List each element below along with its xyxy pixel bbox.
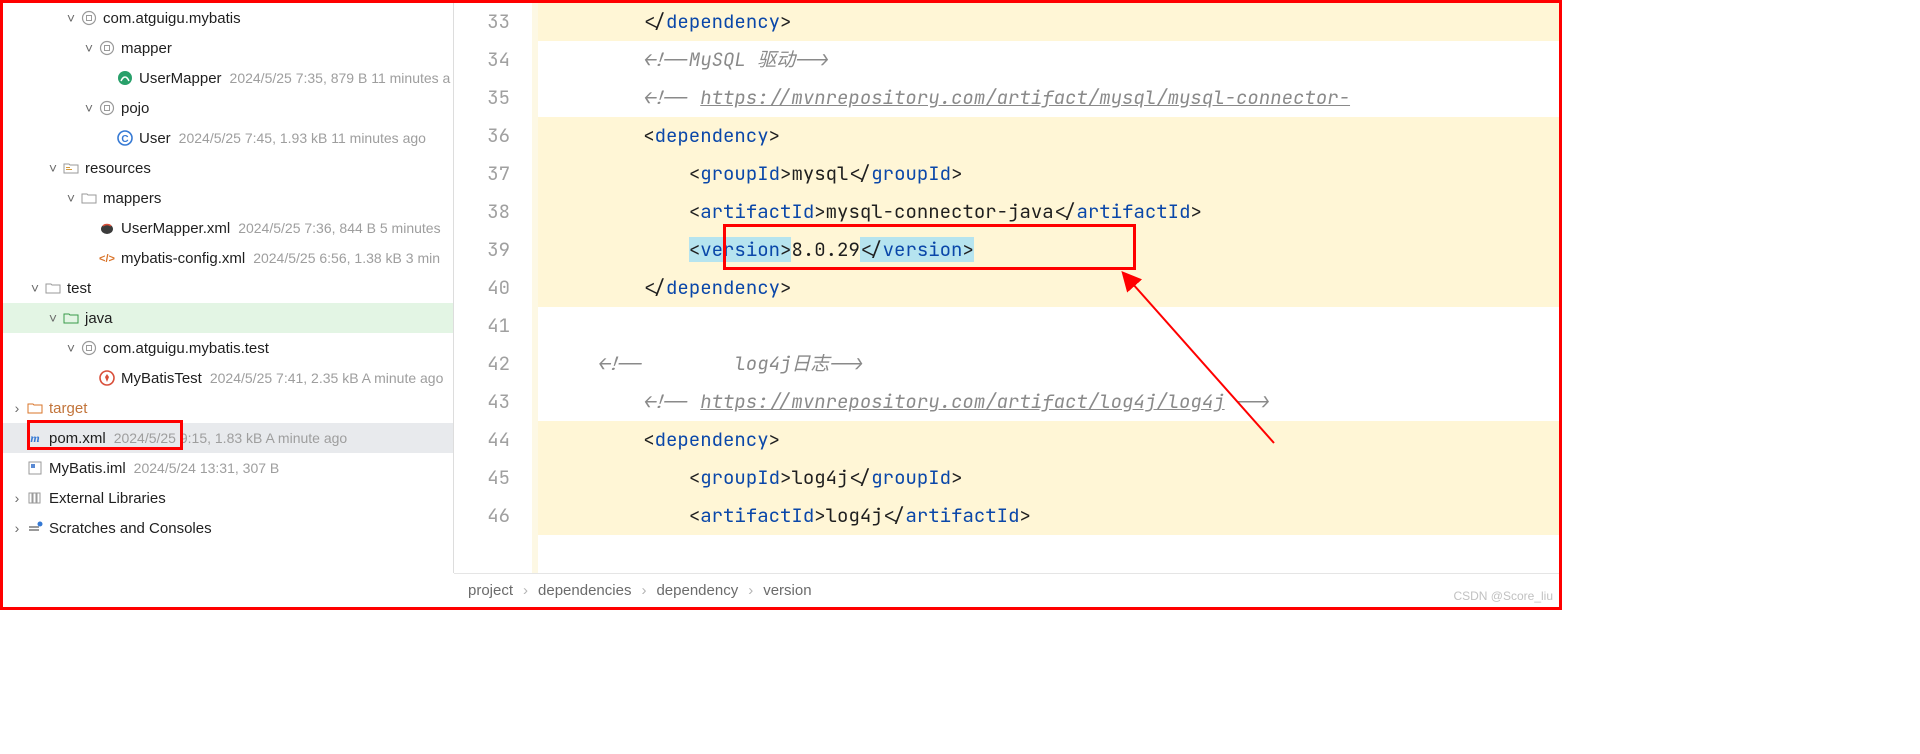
chevron-down-icon[interactable]: ˅	[81, 100, 97, 116]
code-editor[interactable]: 3334353637383940414243444546 </dependenc…	[454, 3, 1559, 573]
project-tree[interactable]: ˅ com.atguigu.mybatis ˅ mapper UserMappe…	[3, 3, 454, 573]
tree-item-meta: 2024/5/24 13:31, 307 B	[134, 460, 280, 476]
chevron-right-icon[interactable]: ›	[9, 400, 25, 416]
tree-item-scratches[interactable]: › Scratches and Consoles	[3, 513, 453, 543]
tree-item-label: target	[49, 400, 87, 417]
module-icon	[25, 460, 45, 476]
tree-item-folder[interactable]: › target	[3, 393, 453, 423]
tree-item-iml[interactable]: MyBatis.iml 2024/5/24 13:31, 307 B	[3, 453, 453, 483]
tree-item-label: User	[139, 130, 171, 147]
maven-icon: m	[25, 430, 45, 446]
tree-item-class[interactable]: C User 2024/5/25 7:45, 1.93 kB 11 minute…	[3, 123, 453, 153]
tree-item-package[interactable]: ˅ com.atguigu.mybatis.test	[3, 333, 453, 363]
tree-item-package[interactable]: ˅ com.atguigu.mybatis	[3, 3, 453, 33]
tree-item-meta: 2024/5/25 6:56, 1.38 kB 3 min	[253, 250, 440, 266]
tree-item-package[interactable]: ˅ mapper	[3, 33, 453, 63]
chevron-down-icon[interactable]: ˅	[45, 160, 61, 176]
chevron-down-icon[interactable]: ˅	[27, 280, 43, 296]
breadcrumb-item[interactable]: project	[468, 582, 513, 599]
chevron-down-icon[interactable]: ˅	[81, 40, 97, 56]
tree-item-label: java	[85, 310, 113, 327]
tree-item-folder[interactable]: ˅ resources	[3, 153, 453, 183]
tree-item-package[interactable]: ˅ pojo	[3, 93, 453, 123]
svg-text:m: m	[30, 431, 39, 445]
tree-item-meta: 2024/5/25 7:45, 1.93 kB 11 minutes ago	[179, 130, 426, 146]
tree-item-label: pom.xml	[49, 430, 106, 447]
package-icon	[79, 10, 99, 26]
folder-icon	[79, 190, 99, 206]
class-icon: C	[115, 130, 135, 146]
tree-item-label: com.atguigu.mybatis.test	[103, 340, 269, 357]
breadcrumb-item[interactable]: version	[763, 582, 811, 599]
test-folder-icon	[61, 310, 81, 326]
tree-item-meta: 2024/5/25 7:41, 2.35 kB A minute ago	[210, 370, 444, 386]
chevron-right-icon: ›	[641, 582, 646, 599]
chevron-down-icon[interactable]: ˅	[63, 340, 79, 356]
mybatis-xml-icon	[97, 220, 117, 236]
package-icon	[97, 40, 117, 56]
tree-item-label: mybatis-config.xml	[121, 250, 245, 267]
code-area[interactable]: </dependency> <!--MySQL 驱动--> <!-- https…	[538, 3, 1559, 573]
chevron-down-icon[interactable]: ˅	[45, 310, 61, 326]
tree-item-folder[interactable]: ˅ test	[3, 273, 453, 303]
tree-item-label: External Libraries	[49, 490, 166, 507]
ide-window: ˅ com.atguigu.mybatis ˅ mapper UserMappe…	[0, 0, 1562, 610]
tree-item-label: test	[67, 280, 91, 297]
interface-icon	[115, 70, 135, 86]
tree-item-folder[interactable]: ˅ java	[3, 303, 453, 333]
library-icon	[25, 490, 45, 506]
breadcrumb: project › dependencies › dependency › versi…	[454, 573, 1559, 607]
tree-item-meta: 2024/5/25 7:35, 879 B 11 minutes a	[230, 70, 451, 86]
watermark: CSDN @Score_liu	[1453, 589, 1553, 603]
folder-icon	[43, 280, 63, 296]
tree-item-label: UserMapper.xml	[121, 220, 230, 237]
chevron-right-icon[interactable]: ›	[9, 520, 25, 536]
scratches-icon	[25, 520, 45, 536]
package-icon	[97, 100, 117, 116]
tree-item-label: com.atguigu.mybatis	[103, 10, 241, 27]
svg-text:C: C	[121, 134, 128, 145]
tree-item-label: MyBatis.iml	[49, 460, 126, 477]
breadcrumb-item[interactable]: dependencies	[538, 582, 631, 599]
tree-item-interface[interactable]: UserMapper 2024/5/25 7:35, 879 B 11 minu…	[3, 63, 453, 93]
tree-item-folder[interactable]: ˅ mappers	[3, 183, 453, 213]
tree-item-label: pojo	[121, 100, 149, 117]
test-class-icon	[97, 370, 117, 386]
gutter: 3334353637383940414243444546	[454, 3, 532, 573]
chevron-down-icon[interactable]: ˅	[63, 190, 79, 206]
chevron-right-icon: ›	[523, 582, 528, 599]
tree-item-xml[interactable]: UserMapper.xml 2024/5/25 7:36, 844 B 5 m…	[3, 213, 453, 243]
tree-item-class[interactable]: MyBatisTest 2024/5/25 7:41, 2.35 kB A mi…	[3, 363, 453, 393]
package-icon	[79, 340, 99, 356]
xml-icon: </>	[97, 250, 117, 266]
tree-item-label: MyBatisTest	[121, 370, 202, 387]
chevron-right-icon: ›	[748, 582, 753, 599]
tree-item-meta: 2024/5/25 9:15, 1.83 kB A minute ago	[114, 430, 348, 446]
chevron-right-icon[interactable]: ›	[9, 490, 25, 506]
tree-item-meta: 2024/5/25 7:36, 844 B 5 minutes	[238, 220, 440, 236]
tree-item-label: mappers	[103, 190, 161, 207]
breadcrumb-item[interactable]: dependency	[656, 582, 738, 599]
chevron-down-icon[interactable]: ˅	[63, 10, 79, 26]
tree-item-label: UserMapper	[139, 70, 222, 87]
tree-item-external-libraries[interactable]: › External Libraries	[3, 483, 453, 513]
tree-item-label: resources	[85, 160, 151, 177]
tree-item-pom[interactable]: m pom.xml 2024/5/25 9:15, 1.83 kB A minu…	[3, 423, 453, 453]
tree-item-label: Scratches and Consoles	[49, 520, 212, 537]
target-folder-icon	[25, 400, 45, 416]
tree-item-label: mapper	[121, 40, 172, 57]
tree-item-xml[interactable]: </> mybatis-config.xml 2024/5/25 6:56, 1…	[3, 243, 453, 273]
svg-text:</>: </>	[99, 253, 115, 265]
resources-folder-icon	[61, 160, 81, 176]
